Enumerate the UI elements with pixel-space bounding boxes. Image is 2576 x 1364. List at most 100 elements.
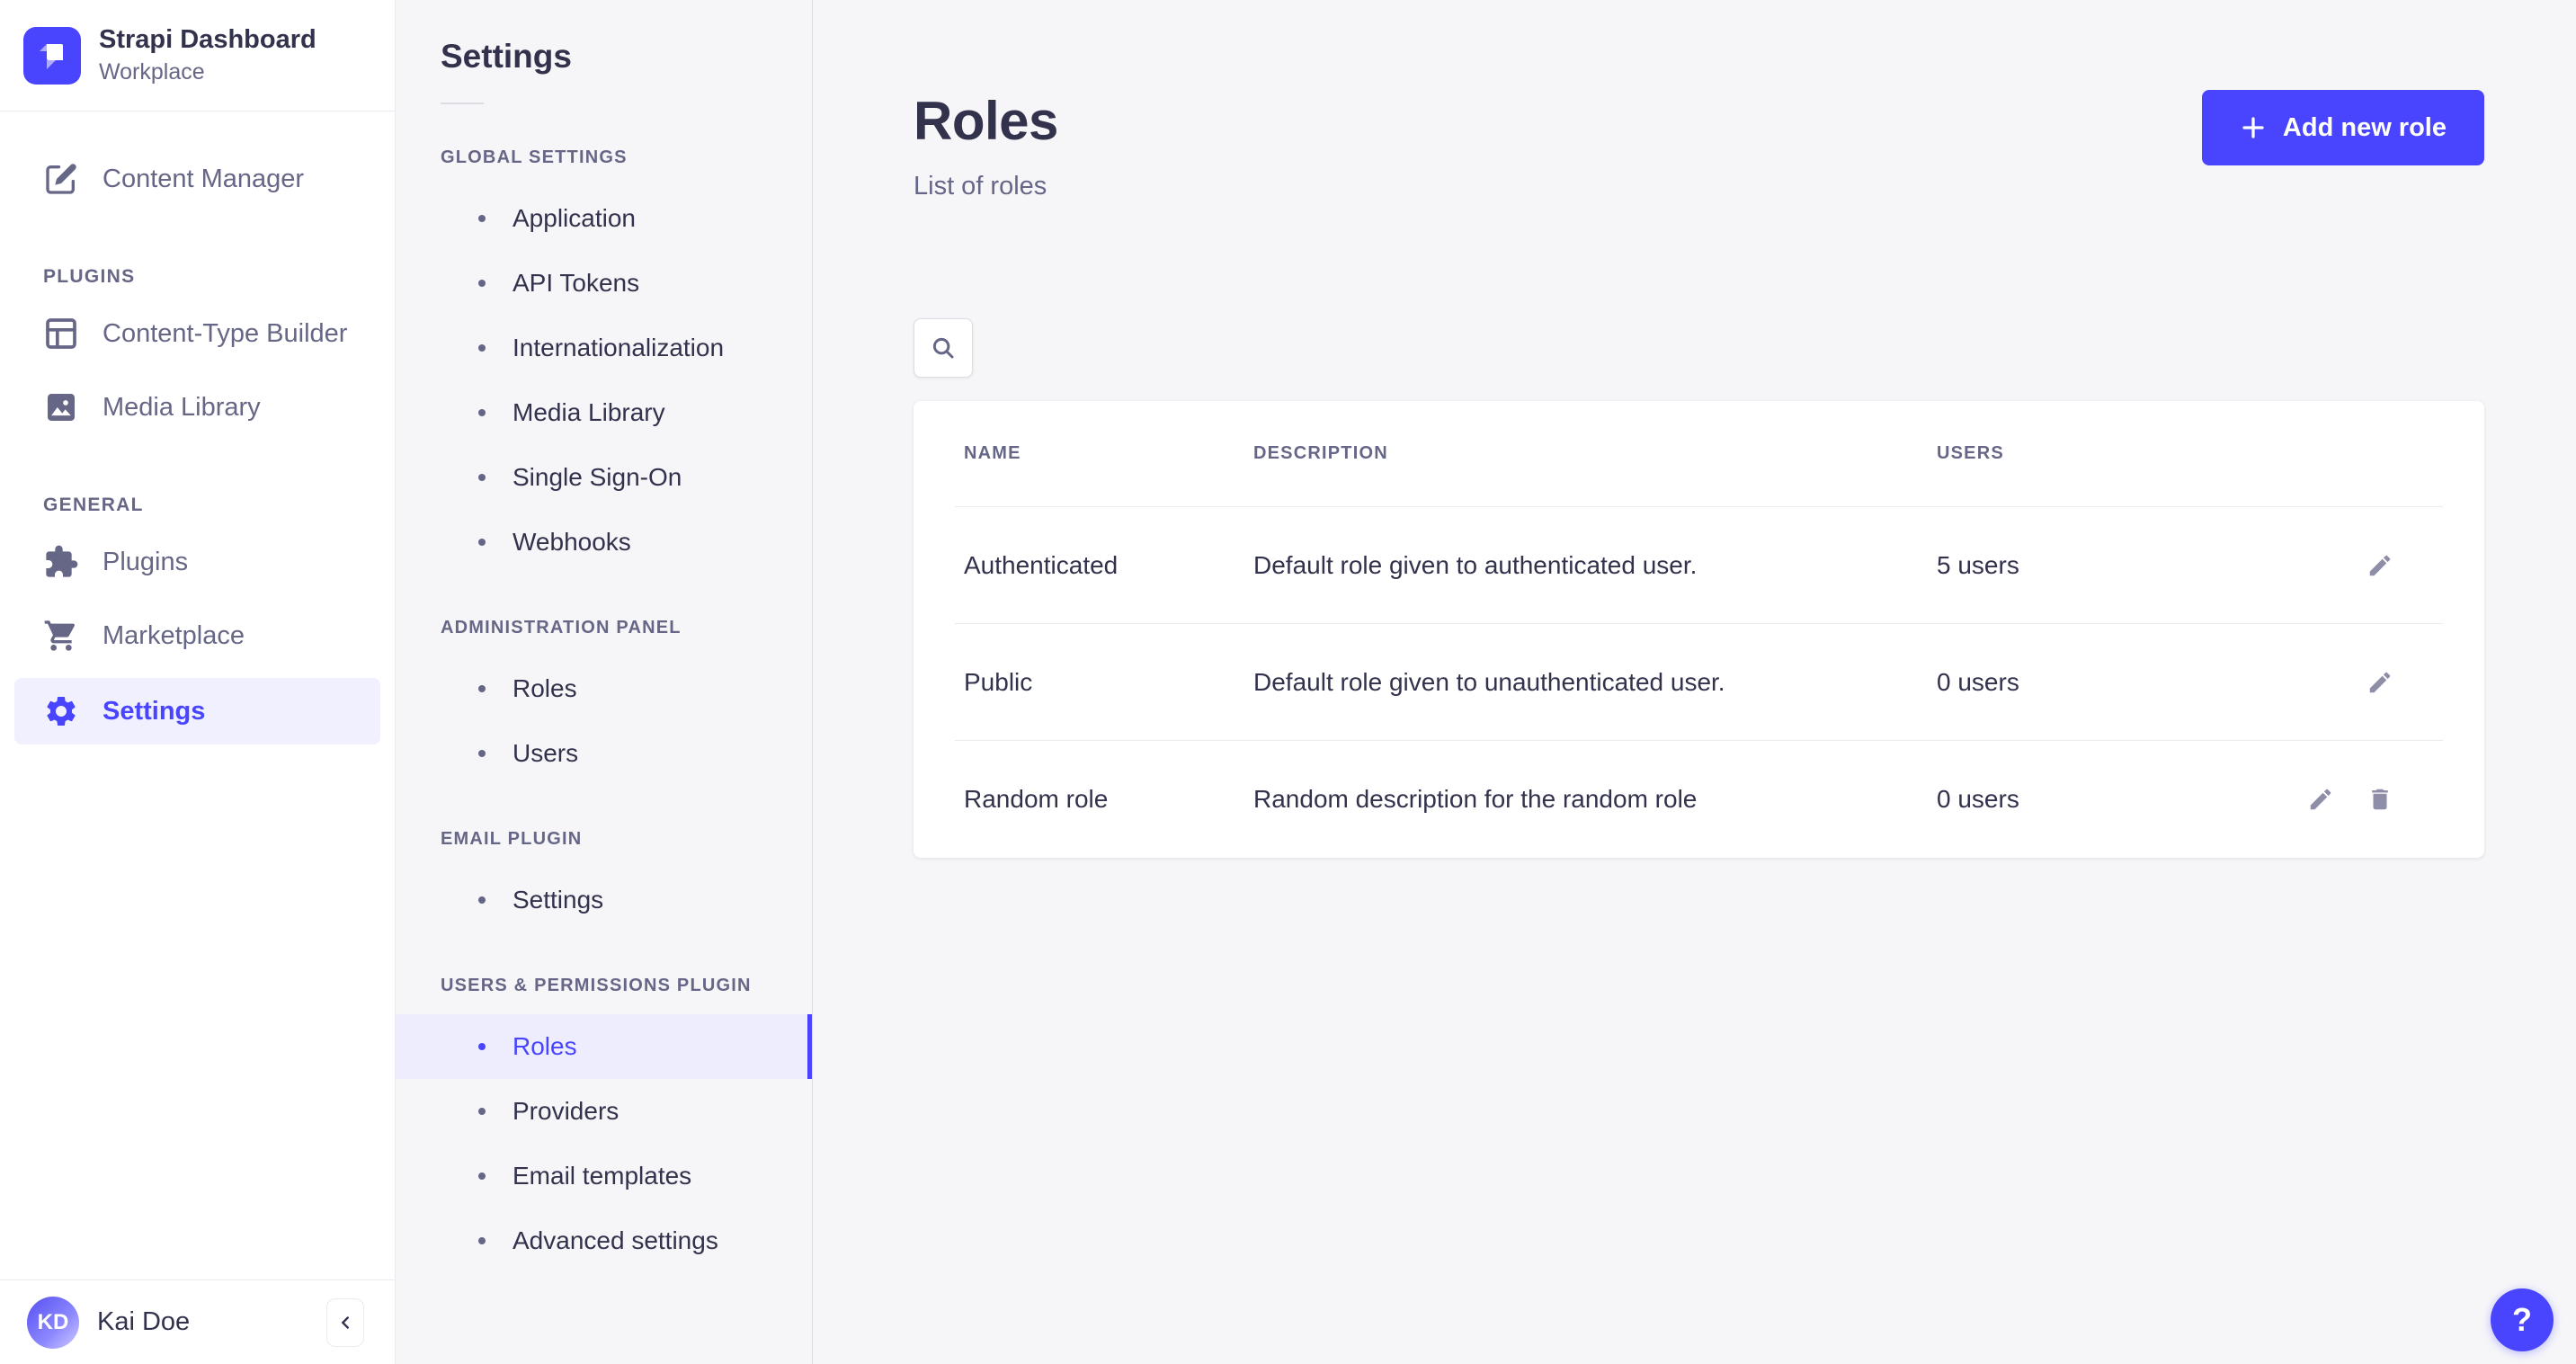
- app-title: Strapi Dashboard: [99, 25, 316, 55]
- sidebar-item-marketplace[interactable]: Marketplace: [0, 599, 395, 673]
- plus-icon: [2240, 114, 2267, 141]
- row-actions: [2290, 786, 2443, 813]
- subnav-item-single-sign-on[interactable]: Single Sign-On: [396, 445, 812, 510]
- subnav-item-admin-users[interactable]: Users: [396, 721, 812, 786]
- role-description: Random description for the random role: [1244, 785, 1928, 814]
- main-content: Roles List of roles Add new role NAME DE…: [813, 0, 2576, 1364]
- sidebar-item-content-manager[interactable]: Content Manager: [0, 142, 395, 216]
- bullet-icon: [478, 750, 486, 757]
- subnav-section-administration-panel: ADMINISTRATION PANEL: [396, 575, 812, 656]
- help-button[interactable]: ?: [2491, 1288, 2554, 1351]
- image-icon: [43, 389, 79, 425]
- edit-role-button[interactable]: [2307, 786, 2334, 813]
- app-root: Strapi Dashboard Workplace Content Manag…: [0, 0, 2576, 1364]
- strapi-logo: [23, 27, 81, 85]
- role-users-count: 0 users: [1928, 785, 2290, 814]
- subnav-item-media-library[interactable]: Media Library: [396, 380, 812, 445]
- settings-subnav: Settings GLOBAL SETTINGS Application API…: [396, 0, 813, 1364]
- bullet-icon: [478, 1237, 486, 1244]
- role-name: Random role: [955, 785, 1244, 814]
- bullet-icon: [478, 344, 486, 352]
- subnav-item-label: Users: [513, 739, 578, 768]
- column-header-users: USERS: [1928, 443, 2290, 464]
- page-title: Roles: [914, 90, 1058, 152]
- puzzle-icon: [43, 544, 79, 580]
- nav-section-general: GENERAL: [0, 444, 395, 525]
- sidebar-item-label: Plugins: [103, 548, 188, 577]
- role-users-count: 5 users: [1928, 551, 2290, 580]
- column-header-name: NAME: [955, 443, 1244, 464]
- bullet-icon: [478, 685, 486, 692]
- bullet-icon: [478, 539, 486, 546]
- page-header-text: Roles List of roles: [914, 90, 1058, 201]
- subnav-item-providers[interactable]: Providers: [396, 1079, 812, 1144]
- subnav-item-label: Internationalization: [513, 334, 724, 362]
- sidebar-item-label: Content-Type Builder: [103, 319, 347, 349]
- column-header-description: DESCRIPTION: [1244, 443, 1928, 464]
- subnav-item-advanced-settings[interactable]: Advanced settings: [396, 1208, 812, 1273]
- subnav-item-internationalization[interactable]: Internationalization: [396, 316, 812, 380]
- row-actions: [2290, 669, 2443, 696]
- subnav-item-label: Providers: [513, 1097, 619, 1126]
- search-icon: [930, 334, 957, 361]
- sidebar-footer: KD Kai Doe: [0, 1279, 395, 1364]
- subnav-section-email-plugin: EMAIL PLUGIN: [396, 786, 812, 868]
- subnav-item-email-settings[interactable]: Settings: [396, 868, 812, 932]
- page-subtitle: List of roles: [914, 172, 1058, 201]
- sidebar-item-content-type-builder[interactable]: Content-Type Builder: [0, 297, 395, 370]
- subnav-item-label: Roles: [513, 1032, 577, 1061]
- table-row-random-role[interactable]: Random role Random description for the r…: [955, 741, 2443, 858]
- edit-role-button[interactable]: [2367, 552, 2393, 579]
- subnav-item-label: Single Sign-On: [513, 463, 682, 492]
- subnav-item-label: Advanced settings: [513, 1226, 718, 1255]
- user-avatar[interactable]: KD: [27, 1297, 79, 1349]
- nav-section-plugins: PLUGINS: [0, 216, 395, 297]
- subnav-item-email-templates[interactable]: Email templates: [396, 1144, 812, 1208]
- chevron-left-icon: [335, 1313, 355, 1333]
- search-button[interactable]: [914, 318, 973, 378]
- subnav-item-label: Media Library: [513, 398, 665, 427]
- roles-table-card: NAME DESCRIPTION USERS Authenticated Def…: [914, 401, 2484, 858]
- workspace-brand[interactable]: Strapi Dashboard Workplace: [0, 0, 395, 111]
- main-nav-list: Content Manager PLUGINS Content-Type Bui…: [0, 142, 395, 744]
- trash-icon: [2367, 786, 2393, 813]
- subnav-title: Settings: [396, 38, 812, 76]
- workspace-text: Strapi Dashboard Workplace: [99, 25, 316, 85]
- subnav-item-label: API Tokens: [513, 269, 639, 298]
- sidebar-item-label: Settings: [103, 697, 205, 727]
- subnav-item-application[interactable]: Application: [396, 186, 812, 251]
- subnav-section-global-settings: GLOBAL SETTINGS: [396, 104, 812, 186]
- sidebar-item-media-library[interactable]: Media Library: [0, 370, 395, 444]
- subnav-section-users-permissions-plugin: USERS & PERMISSIONS PLUGIN: [396, 932, 812, 1014]
- main-sidebar: Strapi Dashboard Workplace Content Manag…: [0, 0, 396, 1364]
- subnav-item-admin-roles[interactable]: Roles: [396, 656, 812, 721]
- table-row-public[interactable]: Public Default role given to unauthentic…: [955, 624, 2443, 741]
- pencil-icon: [2367, 552, 2393, 579]
- row-actions: [2290, 552, 2443, 579]
- workspace-name: Workplace: [99, 59, 316, 85]
- subnav-item-label: Settings: [513, 886, 603, 914]
- layout-icon: [43, 316, 79, 352]
- user-name[interactable]: Kai Doe: [97, 1307, 308, 1337]
- bullet-icon: [478, 215, 486, 222]
- delete-role-button[interactable]: [2367, 786, 2393, 813]
- bullet-icon: [478, 1108, 486, 1115]
- role-name: Public: [955, 668, 1244, 697]
- role-users-count: 0 users: [1928, 668, 2290, 697]
- subnav-item-api-tokens[interactable]: API Tokens: [396, 251, 812, 316]
- collapse-sidebar-button[interactable]: [326, 1298, 364, 1347]
- sidebar-item-settings[interactable]: Settings: [14, 678, 380, 744]
- sidebar-item-label: Marketplace: [103, 621, 245, 651]
- role-description: Default role given to authenticated user…: [1244, 551, 1928, 580]
- bullet-icon: [478, 409, 486, 416]
- role-description: Default role given to unauthenticated us…: [1244, 668, 1928, 697]
- sidebar-item-plugins[interactable]: Plugins: [0, 525, 395, 599]
- subnav-item-label: Email templates: [513, 1162, 691, 1190]
- bullet-icon: [478, 1172, 486, 1180]
- edit-role-button[interactable]: [2367, 669, 2393, 696]
- sidebar-item-label: Media Library: [103, 393, 261, 423]
- subnav-item-webhooks[interactable]: Webhooks: [396, 510, 812, 575]
- subnav-item-up-roles[interactable]: Roles: [396, 1014, 812, 1079]
- table-row-authenticated[interactable]: Authenticated Default role given to auth…: [955, 507, 2443, 624]
- add-new-role-button[interactable]: Add new role: [2202, 90, 2484, 165]
